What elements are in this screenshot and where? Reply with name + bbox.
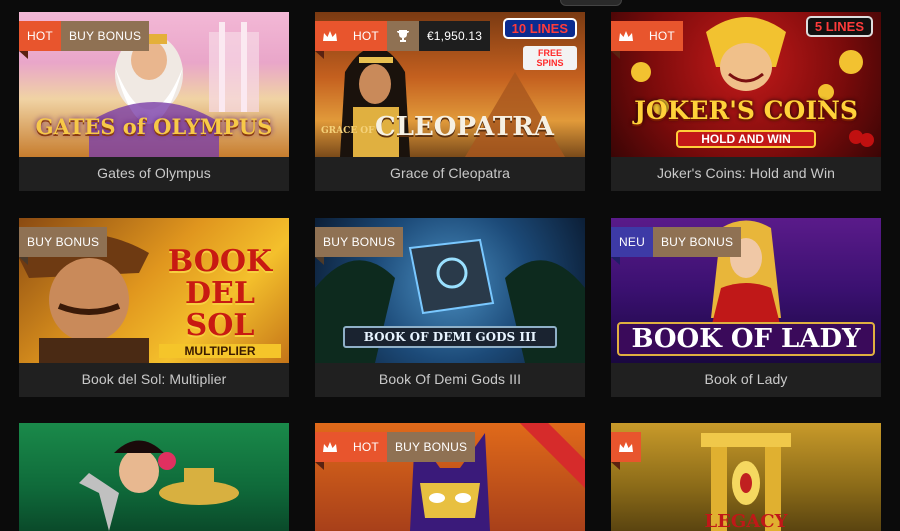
game-thumbnail[interactable]: BOOK OF LADY NEU BUY BONUS — [611, 218, 881, 363]
lines-badge: 5 LINES — [805, 16, 873, 37]
game-title[interactable]: Gates of Olympus — [19, 157, 289, 191]
badge-fold — [19, 257, 28, 265]
game-art-title: LEGACY — [704, 511, 788, 531]
badge-fold — [611, 462, 620, 470]
game-card-gates-of-olympus[interactable]: GATES of OLYMPUS HOT BUY BONUS Gates of … — [19, 12, 289, 191]
game-thumbnail[interactable]: GATES of OLYMPUS HOT BUY BONUS — [19, 12, 289, 157]
badge-group — [611, 432, 641, 462]
game-thumbnail[interactable]: HOT BUY BONUS — [315, 423, 585, 531]
badge-group: HOT BUY BONUS — [19, 21, 150, 51]
game-art-title: BOOK OF LADY — [617, 322, 875, 356]
badge-fold — [611, 51, 620, 59]
badge-group: BUY BONUS — [19, 227, 108, 257]
buy-bonus-badge: BUY BONUS — [315, 227, 404, 257]
hot-badge: HOT — [345, 432, 387, 462]
mexican-artwork — [79, 440, 239, 531]
game-art-subtitle: HOLD AND WIN — [676, 130, 816, 148]
badge-fold — [315, 257, 324, 265]
game-title[interactable]: Book of Lady — [611, 363, 881, 397]
game-art-title: BOOK DEL SOL — [167, 244, 273, 343]
badge-group: HOT €1,950.13 — [315, 21, 491, 51]
game-card-book-of-lady[interactable]: BOOK OF LADY NEU BUY BONUS Book of Lady — [611, 218, 881, 397]
buy-bonus-badge: BUY BONUS — [19, 227, 108, 257]
badge-group: NEU BUY BONUS — [611, 227, 742, 257]
game-art-title: CLEOPATRA — [375, 112, 554, 142]
game-art-prefix: GRACE OF — [321, 126, 375, 136]
game-thumbnail[interactable]: BOOK DEL SOL MULTIPLIER BUY BONUS — [19, 218, 289, 363]
game-card-row3-right[interactable]: LEGACY — [611, 423, 881, 531]
game-thumbnail[interactable] — [19, 423, 289, 531]
game-art-title: GATES of OLYMPUS — [35, 114, 273, 139]
buy-bonus-badge: BUY BONUS — [60, 21, 150, 51]
game-art-subtitle: MULTIPLIER — [159, 344, 281, 358]
lines-badge: 10 LINES — [502, 18, 577, 39]
buy-bonus-badge: BUY BONUS — [652, 227, 742, 257]
game-card-grace-of-cleopatra[interactable]: GRACE OF CLEOPATRA 10 LINES FREE SPINS H… — [315, 12, 585, 191]
badge-group: HOT — [611, 21, 683, 51]
game-title[interactable]: Joker's Coins: Hold and Win — [611, 157, 881, 191]
badge-fold — [315, 462, 324, 470]
game-card-book-of-demi-gods-iii[interactable]: BOOK OF DEMI GODS III BUY BONUS Book Of … — [315, 218, 585, 397]
free-spins-badge: FREE SPINS — [523, 46, 577, 70]
hot-badge: HOT — [641, 21, 683, 51]
crown-icon — [611, 21, 641, 51]
game-thumbnail[interactable]: BOOK OF DEMI GODS III BUY BONUS — [315, 218, 585, 363]
game-card-jokers-coins[interactable]: JOKER'S COINS HOLD AND WIN 5 LINES HOT J… — [611, 12, 881, 191]
badge-fold — [611, 257, 620, 265]
badge-fold — [19, 51, 28, 59]
game-title[interactable]: Grace of Cleopatra — [315, 157, 585, 191]
buy-bonus-badge: BUY BONUS — [386, 432, 476, 462]
game-title[interactable]: Book del Sol: Multiplier — [19, 363, 289, 397]
game-card-row3-middle[interactable]: HOT BUY BONUS — [315, 423, 585, 531]
game-thumbnail[interactable]: LEGACY — [611, 423, 881, 531]
jackpot-amount: €1,950.13 — [418, 21, 491, 51]
crown-icon — [611, 432, 641, 462]
game-art-title: BOOK OF DEMI GODS III — [343, 326, 557, 348]
badge-fold — [315, 51, 324, 59]
game-thumbnail[interactable]: GRACE OF CLEOPATRA 10 LINES FREE SPINS H… — [315, 12, 585, 157]
top-notch — [560, 0, 622, 6]
game-art-title: JOKER'S COINS — [634, 96, 858, 125]
hot-badge: HOT — [345, 21, 387, 51]
badge-group: HOT BUY BONUS — [315, 432, 476, 462]
crown-icon — [315, 432, 345, 462]
game-thumbnail[interactable]: JOKER'S COINS HOLD AND WIN 5 LINES HOT — [611, 12, 881, 157]
new-badge: NEU — [611, 227, 653, 257]
badge-group: BUY BONUS — [315, 227, 404, 257]
crown-icon — [315, 21, 345, 51]
trophy-icon — [386, 21, 419, 51]
game-card-book-del-sol[interactable]: BOOK DEL SOL MULTIPLIER BUY BONUS Book d… — [19, 218, 289, 397]
hot-badge: HOT — [19, 21, 61, 51]
game-title[interactable]: Book Of Demi Gods III — [315, 363, 585, 397]
game-card-row3-left[interactable] — [19, 423, 289, 531]
